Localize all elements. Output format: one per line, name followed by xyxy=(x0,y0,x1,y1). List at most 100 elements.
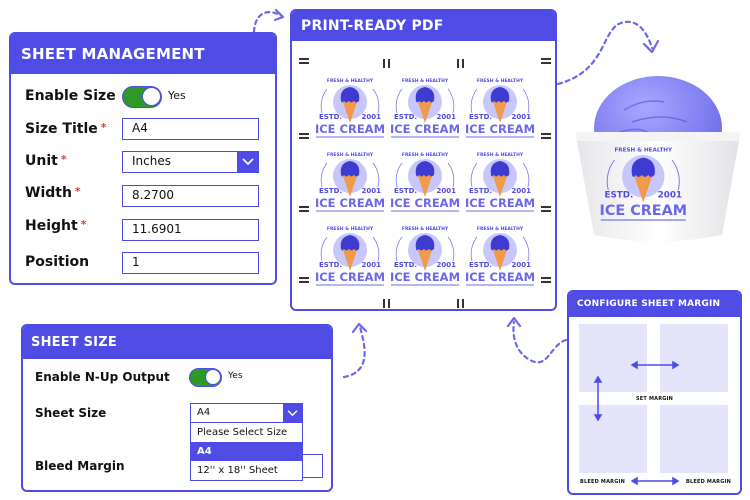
svg-text:ESTD.: ESTD. xyxy=(319,113,342,121)
panel-title: SHEET SIZE xyxy=(23,326,331,359)
crop-mark xyxy=(462,299,464,308)
crop-mark xyxy=(462,59,464,68)
sheet-size-value: A4 xyxy=(197,407,211,418)
svg-text:ICE CREAM: ICE CREAM xyxy=(465,270,535,284)
cup-logo: FRESH & HEALTHY ESTD. 2001 ICE CREAM xyxy=(597,135,717,227)
crop-mark xyxy=(299,137,309,139)
svg-text:FRESH & HEALTHY: FRESH & HEALTHY xyxy=(402,226,449,232)
crop-mark xyxy=(299,62,309,64)
ice-cream-label: FRESH & HEALTHY ESTD. 2001 ICE CREAM xyxy=(388,143,462,217)
panel-title: SHEET MANAGEMENT xyxy=(11,34,275,74)
svg-text:FRESH & HEALTHY: FRESH & HEALTHY xyxy=(327,78,374,84)
svg-text:ICE CREAM: ICE CREAM xyxy=(465,196,535,210)
crop-mark xyxy=(299,277,309,279)
svg-text:FRESH & HEALTHY: FRESH & HEALTHY xyxy=(477,152,524,158)
crop-mark xyxy=(299,133,309,135)
enable-nup-toggle[interactable] xyxy=(189,368,222,387)
svg-text:2001: 2001 xyxy=(437,113,457,121)
svg-text:2001: 2001 xyxy=(362,261,382,269)
ice-cream-label: FRESH & HEALTHY ESTD. 2001 ICE CREAM xyxy=(463,69,537,143)
dropdown-option-selected[interactable]: A4 xyxy=(191,442,302,461)
sheet-management-panel: SHEET MANAGEMENT Enable Size Yes Size Ti… xyxy=(9,32,277,285)
chevron-down-icon[interactable] xyxy=(237,151,259,173)
print-ready-pdf-panel: PRINT-READY PDF FRESH & HEALTHY ESTD. 20… xyxy=(290,9,557,311)
svg-text:FRESH & HEALTHY: FRESH & HEALTHY xyxy=(327,152,374,158)
crop-mark xyxy=(541,133,551,135)
crop-mark xyxy=(541,62,551,64)
svg-text:ESTD.: ESTD. xyxy=(319,261,342,269)
width-input[interactable]: 8.2700 xyxy=(122,185,259,207)
panel-title: PRINT-READY PDF xyxy=(292,11,555,41)
svg-text:ICE CREAM: ICE CREAM xyxy=(315,196,385,210)
unit-select-value: Inches xyxy=(132,154,171,168)
unit-label: Unit * xyxy=(25,153,67,169)
svg-text:ESTD.: ESTD. xyxy=(394,113,417,121)
ice-cream-label: FRESH & HEALTHY ESTD. 2001 ICE CREAM xyxy=(388,69,462,143)
enable-size-label: Enable Size xyxy=(25,88,116,104)
crop-mark xyxy=(541,58,551,60)
position-label: Position xyxy=(25,254,90,270)
enable-nup-label: Enable N-Up Output xyxy=(35,370,170,384)
toggle-knob xyxy=(142,87,161,106)
svg-text:2001: 2001 xyxy=(362,187,382,195)
crop-mark xyxy=(383,59,385,68)
svg-text:ESTD.: ESTD. xyxy=(469,113,492,121)
size-title-label: Size Title * xyxy=(25,121,107,137)
ice-cream-label: FRESH & HEALTHY ESTD. 2001 ICE CREAM xyxy=(313,69,387,143)
svg-text:2001: 2001 xyxy=(512,261,532,269)
enable-nup-value: Yes xyxy=(228,371,243,381)
crop-mark xyxy=(299,210,309,212)
svg-text:ESTD.: ESTD. xyxy=(394,187,417,195)
svg-text:2001: 2001 xyxy=(437,187,457,195)
svg-text:ICE CREAM: ICE CREAM xyxy=(315,270,385,284)
width-label: Width * xyxy=(25,185,81,201)
svg-text:ICE CREAM: ICE CREAM xyxy=(390,270,460,284)
svg-text:FRESH & HEALTHY: FRESH & HEALTHY xyxy=(327,226,374,232)
svg-text:ESTD.: ESTD. xyxy=(394,261,417,269)
ice-cream-label: FRESH & HEALTHY ESTD. 2001 ICE CREAM xyxy=(463,143,537,217)
height-label: Height * xyxy=(25,218,87,234)
sheet-size-select[interactable]: A4 xyxy=(191,404,302,423)
sheet-size-label: Sheet Size xyxy=(35,406,107,420)
crop-mark xyxy=(299,281,309,283)
enable-size-toggle[interactable] xyxy=(122,86,162,108)
crop-mark xyxy=(541,137,551,139)
svg-text:ICE CREAM: ICE CREAM xyxy=(315,122,385,136)
sheet-size-panel: SHEET SIZE Enable N-Up Output Yes Sheet … xyxy=(21,324,333,492)
crop-mark xyxy=(457,59,459,68)
position-input[interactable]: 1 xyxy=(122,252,259,274)
crop-mark xyxy=(299,58,309,60)
dropdown-option[interactable]: Please Select Size xyxy=(191,423,302,442)
svg-text:2001: 2001 xyxy=(658,191,682,201)
sheet-size-dropdown[interactable]: A4 Please Select Size A4 12'' x 18'' She… xyxy=(190,403,303,481)
configure-sheet-margin-panel: CONFIGURE SHEET MARGIN SET MARGIN BLEED … xyxy=(567,290,742,495)
crop-mark xyxy=(541,206,551,208)
bleed-margin-label: Bleed Margin xyxy=(35,459,125,473)
crop-mark xyxy=(388,299,390,308)
svg-text:2001: 2001 xyxy=(512,113,532,121)
unit-select[interactable]: Inches xyxy=(122,151,259,173)
double-arrow-icon xyxy=(593,360,680,486)
svg-text:2001: 2001 xyxy=(362,113,382,121)
chevron-down-icon[interactable] xyxy=(283,404,302,423)
svg-text:ICE CREAM: ICE CREAM xyxy=(465,122,535,136)
svg-text:ICE CREAM: ICE CREAM xyxy=(600,203,688,219)
enable-size-value: Yes xyxy=(168,89,186,102)
svg-text:2001: 2001 xyxy=(512,187,532,195)
crop-mark xyxy=(383,299,385,308)
ice-cream-label: FRESH & HEALTHY ESTD. 2001 ICE CREAM xyxy=(388,217,462,291)
crop-mark xyxy=(541,281,551,283)
svg-text:FRESH & HEALTHY: FRESH & HEALTHY xyxy=(402,152,449,158)
dropdown-option[interactable]: 12'' x 18'' Sheet xyxy=(191,461,302,480)
toggle-knob xyxy=(205,369,221,385)
svg-text:ICE CREAM: ICE CREAM xyxy=(390,196,460,210)
height-input[interactable]: 11.6901 xyxy=(122,219,259,241)
svg-text:ESTD.: ESTD. xyxy=(605,191,634,201)
size-title-input[interactable]: A4 xyxy=(122,118,259,140)
svg-text:ICE CREAM: ICE CREAM xyxy=(390,122,460,136)
crop-mark xyxy=(388,59,390,68)
svg-text:FRESH & HEALTHY: FRESH & HEALTHY xyxy=(614,147,673,153)
crop-mark xyxy=(299,206,309,208)
crop-mark xyxy=(541,210,551,212)
svg-text:ESTD.: ESTD. xyxy=(319,187,342,195)
